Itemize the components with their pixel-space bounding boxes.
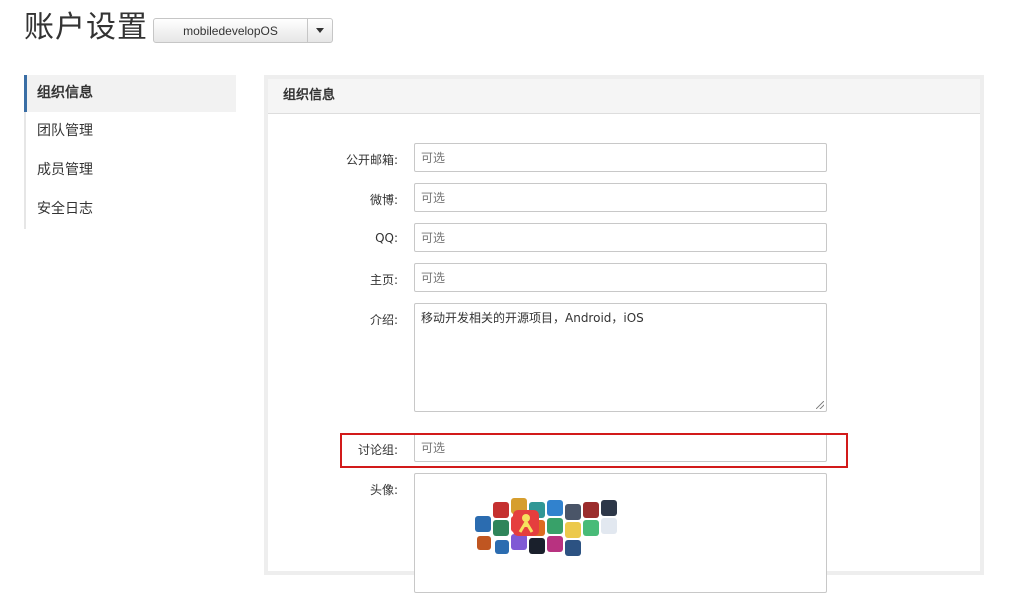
email-field[interactable] xyxy=(414,143,827,172)
sidebar-item-member-management[interactable]: 成员管理 xyxy=(26,151,236,190)
intro-label: 介绍: xyxy=(369,313,398,327)
avatar-label: 头像: xyxy=(369,483,398,497)
sidebar-item-security-log[interactable]: 安全日志 xyxy=(26,190,236,229)
email-label: 公开邮箱: xyxy=(345,153,398,167)
org-info-panel: 组织信息 公开邮箱: 微博: QQ: 主页: 介绍: 移动开发相关的开源项目，A… xyxy=(264,75,984,593)
qq-field[interactable] xyxy=(414,223,827,252)
organization-select[interactable]: mobiledevelopOS xyxy=(153,18,333,43)
weibo-field[interactable] xyxy=(414,183,827,212)
panel-title: 组织信息 xyxy=(268,79,980,114)
qq-label: QQ: xyxy=(375,231,398,245)
intro-textarea[interactable]: 移动开发相关的开源项目，Android，iOS xyxy=(414,303,827,412)
discussion-group-highlight xyxy=(340,433,848,468)
weibo-label: 微博: xyxy=(369,193,398,207)
organization-select-value: mobiledevelopOS xyxy=(183,23,278,38)
homepage-label: 主页: xyxy=(369,273,398,287)
homepage-field[interactable] xyxy=(414,263,827,292)
settings-sidebar: 组织信息 团队管理 成员管理 安全日志 xyxy=(24,75,236,229)
avatar-image xyxy=(473,496,625,566)
dropdown-toggle[interactable] xyxy=(307,19,332,42)
resize-grip-icon[interactable] xyxy=(816,401,824,409)
sidebar-item-team-management[interactable]: 团队管理 xyxy=(26,112,236,151)
sidebar-item-org-info[interactable]: 组织信息 xyxy=(24,75,236,112)
page-title: 账户设置 xyxy=(24,10,148,45)
intro-text: 移动开发相关的开源项目，Android，iOS xyxy=(421,311,644,325)
caret-down-icon xyxy=(316,28,324,33)
avatar-upload[interactable] xyxy=(414,473,827,593)
